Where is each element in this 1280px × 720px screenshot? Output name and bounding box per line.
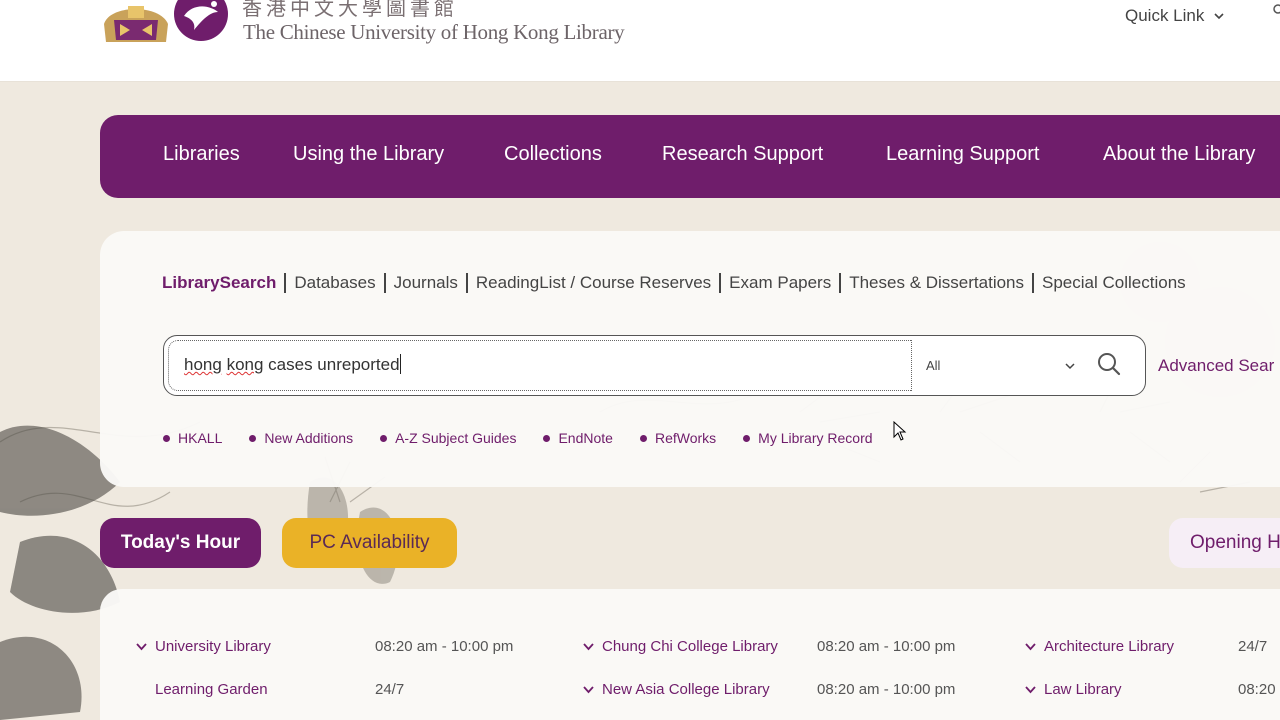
search-input[interactable]: [168, 340, 912, 391]
library-row[interactable]: New Asia College Library: [582, 681, 770, 698]
library-row[interactable]: Architecture Library: [1024, 638, 1174, 655]
library-hours: 24/7: [375, 681, 405, 698]
nav-learning-support[interactable]: Learning Support: [886, 143, 1039, 166]
tab-divider: [1032, 273, 1035, 293]
library-emblem-logo[interactable]: [172, 0, 230, 44]
chevron-down-icon: [1025, 643, 1036, 651]
opening-hours-panel: University Library 08:20 am - 10:00 pm L…: [100, 589, 1280, 720]
site-header: 香港中文大學圖書館 The Chinese University of Hong…: [0, 0, 1280, 82]
quick-link-label: Quick Link: [1125, 6, 1205, 25]
library-name[interactable]: Architecture Library: [1044, 638, 1174, 655]
chevron-down-icon: [1065, 362, 1075, 369]
search-quick-links: HKALL New Additions A-Z Subject Guides E…: [163, 430, 873, 446]
library-row[interactable]: Learning Garden: [155, 681, 268, 698]
main-navigation: Libraries Using the Library Collections …: [100, 115, 1280, 198]
library-name[interactable]: Law Library: [1044, 681, 1122, 698]
library-name[interactable]: New Asia College Library: [602, 681, 770, 698]
quick-link-dropdown[interactable]: Quick Link: [1125, 6, 1226, 26]
nav-libraries[interactable]: Libraries: [163, 143, 240, 166]
bullet-icon: [639, 434, 647, 442]
library-hours: 08:20: [1238, 681, 1276, 698]
bullet-icon: [249, 434, 257, 442]
bullet-icon: [743, 434, 751, 442]
library-name[interactable]: University Library: [155, 638, 271, 655]
search-tabs: LibrarySearch Databases Journals Reading…: [162, 273, 1186, 293]
bullet-icon: [163, 434, 170, 442]
quick-link-subject-guides[interactable]: A-Z Subject Guides: [380, 430, 516, 446]
search-icon[interactable]: [1096, 351, 1122, 377]
nav-using-the-library[interactable]: Using the Library: [293, 143, 444, 166]
library-row[interactable]: Law Library: [1024, 681, 1122, 698]
library-name[interactable]: Chung Chi College Library: [602, 638, 778, 655]
nav-collections[interactable]: Collections: [504, 143, 602, 166]
quick-link-hkall[interactable]: HKALL: [163, 430, 222, 446]
quick-link-endnote[interactable]: EndNote: [543, 430, 613, 446]
library-hours: 08:20 am - 10:00 pm: [817, 681, 956, 698]
chevron-down-icon: [136, 643, 147, 651]
opening-hours-button[interactable]: Opening H: [1169, 518, 1280, 568]
library-row[interactable]: University Library: [135, 638, 271, 655]
tab-divider: [465, 273, 468, 293]
search-scope-select[interactable]: All: [926, 340, 1086, 391]
library-name[interactable]: Learning Garden: [155, 681, 268, 698]
tab-librarysearch[interactable]: LibrarySearch: [162, 273, 276, 293]
todays-hour-button[interactable]: Today's Hour: [100, 518, 261, 568]
search-scope-value: All: [926, 358, 941, 373]
logo-english-name: The Chinese University of Hong Kong Libr…: [243, 20, 625, 44]
search-panel: LibrarySearch Databases Journals Reading…: [100, 231, 1280, 487]
library-hours: 24/7: [1238, 638, 1268, 655]
library-row[interactable]: Chung Chi College Library: [582, 638, 778, 655]
advanced-search-link[interactable]: Advanced Sear: [1158, 356, 1274, 376]
bullet-icon: [380, 434, 388, 442]
tab-special-collections[interactable]: Special Collections: [1042, 273, 1186, 293]
tab-divider: [383, 273, 386, 293]
nav-about-the-library[interactable]: About the Library: [1103, 143, 1255, 166]
chevron-down-icon: [1025, 686, 1036, 694]
library-hours: 08:20 am - 10:00 pm: [375, 638, 514, 655]
quick-link-refworks[interactable]: RefWorks: [639, 430, 716, 446]
tab-databases[interactable]: Databases: [294, 273, 375, 293]
library-hours: 08:20 am - 10:00 pm: [817, 638, 956, 655]
chevron-down-icon: [583, 686, 594, 694]
tab-divider: [839, 273, 842, 293]
pc-availability-button[interactable]: PC Availability: [282, 518, 457, 568]
chevron-down-icon: [1214, 13, 1224, 20]
tab-divider: [284, 273, 287, 293]
quick-link-my-library-record[interactable]: My Library Record: [743, 430, 873, 446]
tab-divider: [719, 273, 722, 293]
tab-exam-papers[interactable]: Exam Papers: [729, 273, 831, 293]
chevron-down-icon: [583, 643, 594, 651]
logo-chinese-name: 香港中文大學圖書館: [242, 0, 458, 20]
search-bar: hong kong cases unreported All: [163, 335, 1146, 396]
tab-theses-dissertations[interactable]: Theses & Dissertations: [849, 273, 1024, 293]
nav-research-support[interactable]: Research Support: [662, 143, 823, 166]
user-icon[interactable]: [1270, 4, 1280, 25]
tab-readinglist[interactable]: ReadingList / Course Reserves: [476, 273, 711, 293]
mouse-cursor-icon: [893, 421, 907, 441]
quick-link-new-additions[interactable]: New Additions: [249, 430, 353, 446]
tab-journals[interactable]: Journals: [394, 273, 458, 293]
bullet-icon: [543, 434, 551, 442]
cuhk-crest-logo[interactable]: [100, 0, 172, 44]
